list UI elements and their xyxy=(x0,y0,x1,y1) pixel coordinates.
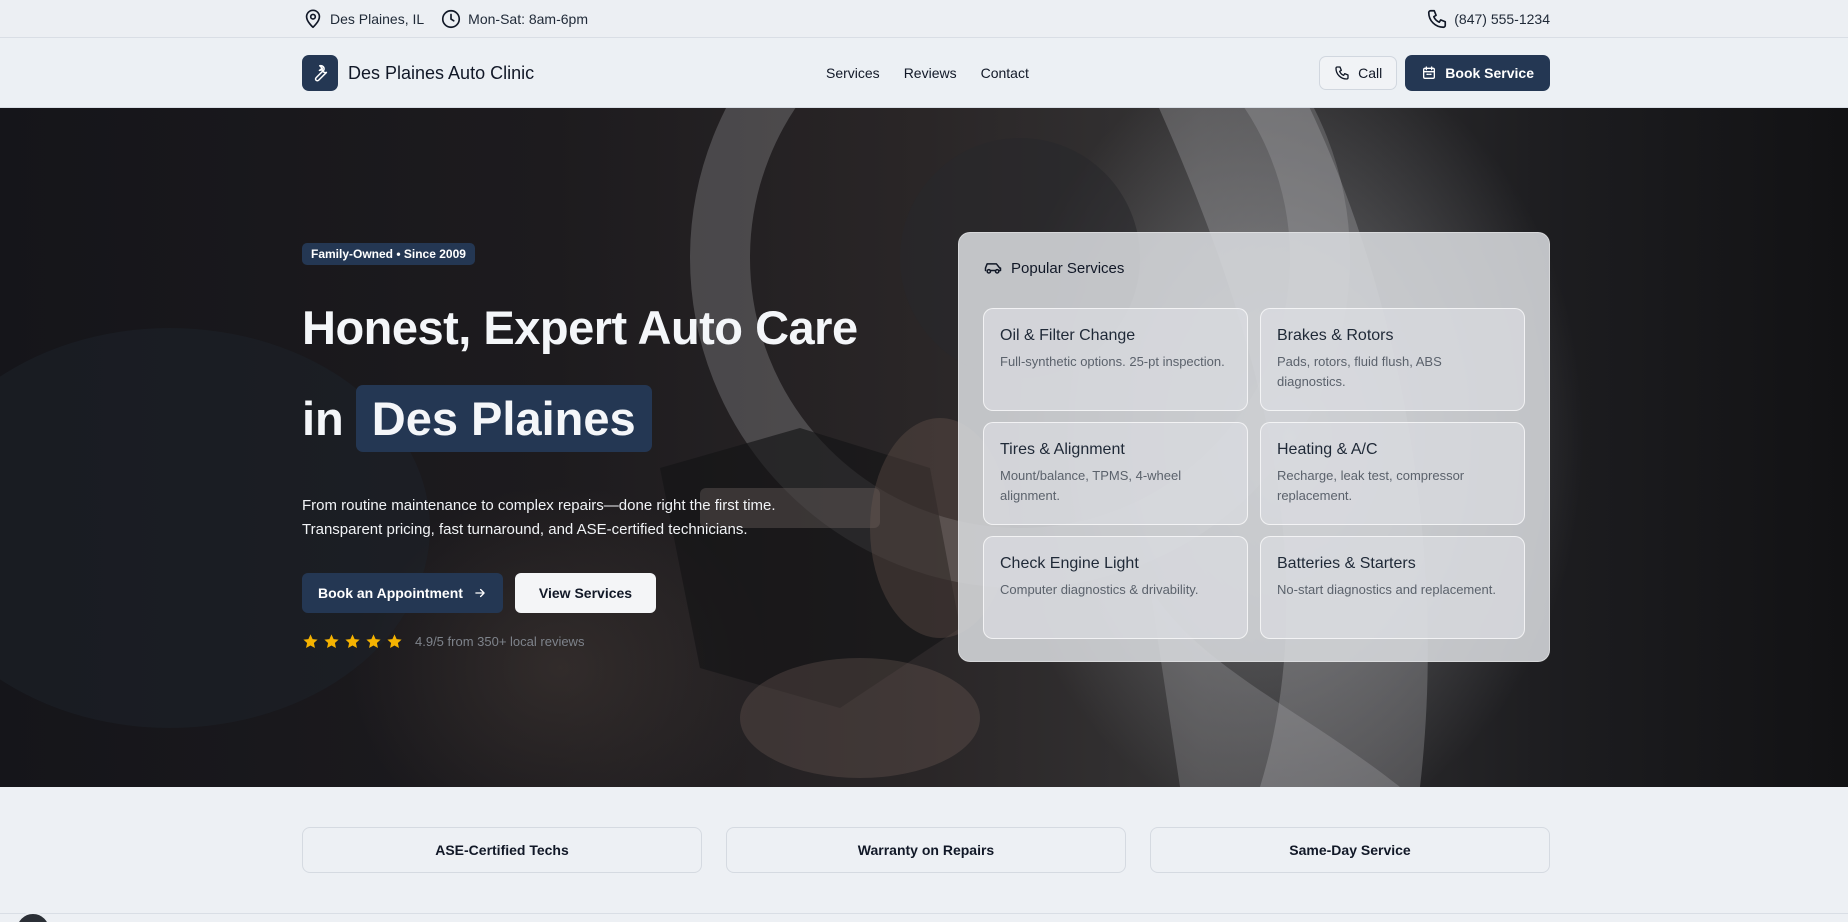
feature-ase-certified: ASE-Certified Techs xyxy=(302,827,702,873)
service-desc: Recharge, leak test, compressor replacem… xyxy=(1277,468,1465,503)
feature-warranty: Warranty on Repairs xyxy=(726,827,1126,873)
service-name: Oil & Filter Change xyxy=(1000,327,1136,344)
hero-title-in: in xyxy=(302,392,344,445)
hours-info: Mon-Sat: 8am-6pm xyxy=(440,8,588,30)
star-icon xyxy=(345,634,360,649)
service-desc: No-start diagnostics and replacement. xyxy=(1277,582,1496,597)
service-tile-check-engine[interactable]: Check Engine Light Computer diagnostics … xyxy=(983,536,1248,639)
section-divider xyxy=(0,913,1848,914)
calendar-icon xyxy=(1423,66,1436,79)
service-tile-oil-change[interactable]: Oil & Filter Change Full-synthetic optio… xyxy=(983,308,1248,411)
service-name: Batteries & Starters xyxy=(1277,555,1416,572)
services-grid: Oil & Filter Change Full-synthetic optio… xyxy=(983,308,1525,639)
service-tile-brakes[interactable]: Brakes & Rotors Pads, rotors, fluid flus… xyxy=(1260,308,1525,411)
card-header: Popular Services xyxy=(983,258,1124,278)
nav-link-services[interactable]: Services xyxy=(826,65,880,81)
popular-services-card: Popular Services Oil & Filter Change Ful… xyxy=(958,232,1550,662)
hero-section: Family-Owned • Since 2009 Honest, Expert… xyxy=(0,108,1848,787)
location-text: Des Plaines, IL xyxy=(330,11,425,27)
hours-text: Mon-Sat: 8am-6pm xyxy=(468,11,588,27)
hero-subtitle-line1: From routine maintenance to complex repa… xyxy=(302,497,776,514)
star-icon xyxy=(387,634,402,649)
top-info-bar: Des Plaines, IL Mon-Sat: 8am-6pm (847) 5… xyxy=(0,0,1848,38)
service-desc: Computer diagnostics & drivability. xyxy=(1000,582,1199,597)
service-tile-tires[interactable]: Tires & Alignment Mount/balance, TPMS, 4… xyxy=(983,422,1248,525)
rating-row: 4.9/5 from 350+ local reviews xyxy=(302,633,584,650)
nav-link-contact[interactable]: Contact xyxy=(981,65,1029,81)
service-desc: Full-synthetic options. 25-pt inspection… xyxy=(1000,354,1225,369)
feature-same-day: Same-Day Service xyxy=(1150,827,1550,873)
phone-text: (847) 555-1234 xyxy=(1454,11,1550,27)
book-appointment-button[interactable]: Book an Appointment xyxy=(302,573,503,613)
book-service-button[interactable]: Book Service xyxy=(1405,55,1550,91)
service-desc: Pads, rotors, fluid flush, ABS diagnosti… xyxy=(1277,354,1442,389)
view-services-button[interactable]: View Services xyxy=(514,573,657,613)
wrench-icon xyxy=(314,64,328,82)
star-icon xyxy=(366,634,381,649)
book-appointment-label: Book an Appointment xyxy=(318,585,463,601)
card-title: Popular Services xyxy=(1011,259,1125,277)
hero-subtitle: From routine maintenance to complex repa… xyxy=(302,494,822,542)
main-navbar: Des Plaines Auto Clinic Services Reviews… xyxy=(0,38,1848,108)
arrow-right-icon xyxy=(475,588,485,598)
phone-link[interactable]: (847) 555-1234 xyxy=(1426,8,1550,30)
service-name: Tires & Alignment xyxy=(1000,441,1125,458)
book-service-label: Book Service xyxy=(1445,65,1534,81)
feature-strip: ASE-Certified Techs Warranty on Repairs … xyxy=(302,827,1550,873)
hero-badge: Family-Owned • Since 2009 xyxy=(302,243,475,265)
call-label: Call xyxy=(1358,65,1383,81)
hero-subtitle-line2: Transparent pricing, fast turnaround, an… xyxy=(302,521,748,538)
service-name: Heating & A/C xyxy=(1277,441,1378,458)
clock-icon xyxy=(442,9,461,29)
brand-logo xyxy=(302,55,338,91)
hero-title-line2: in Des Plaines xyxy=(302,385,652,452)
nav-links: Services Reviews Contact xyxy=(826,65,1029,81)
hero-title-line1: Honest, Expert Auto Care xyxy=(302,301,858,354)
star-icon xyxy=(303,634,318,649)
call-button[interactable]: Call xyxy=(1319,56,1398,90)
service-desc: Mount/balance, TPMS, 4-wheel alignment. xyxy=(1000,468,1182,503)
hero-title-highlight: Des Plaines xyxy=(355,385,652,452)
nav-link-reviews[interactable]: Reviews xyxy=(904,65,957,81)
star-icon xyxy=(324,634,339,649)
map-pin-icon xyxy=(305,9,321,29)
brand-link[interactable]: Des Plaines Auto Clinic xyxy=(302,55,534,91)
phone-icon xyxy=(1428,9,1447,29)
rating-text: 4.9/5 from 350+ local reviews xyxy=(415,634,585,649)
car-icon xyxy=(984,263,1002,274)
hero-ctas: Book an Appointment View Services xyxy=(302,573,657,613)
service-tile-heating-ac[interactable]: Heating & A/C Recharge, leak test, compr… xyxy=(1260,422,1525,525)
phone-icon xyxy=(1335,66,1349,80)
service-tile-batteries[interactable]: Batteries & Starters No-start diagnostic… xyxy=(1260,536,1525,639)
location-info: Des Plaines, IL xyxy=(302,8,424,30)
service-name: Check Engine Light xyxy=(1000,555,1139,572)
service-name: Brakes & Rotors xyxy=(1277,327,1394,344)
brand-name: Des Plaines Auto Clinic xyxy=(348,62,535,83)
